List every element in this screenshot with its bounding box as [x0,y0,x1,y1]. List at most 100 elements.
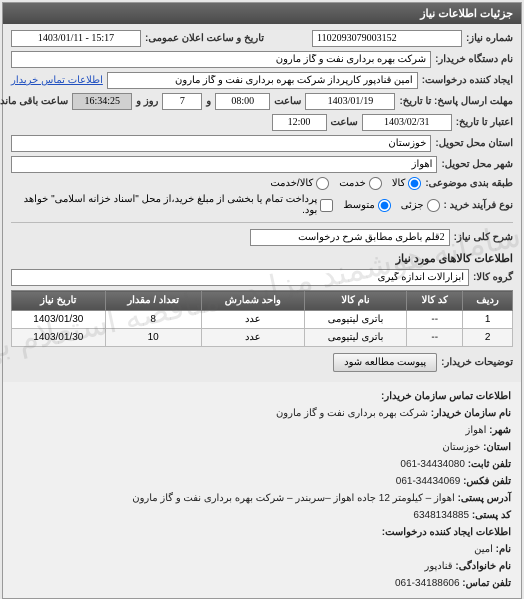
city-f-label: شهر: [489,425,511,436]
items-table: ردیف کد کالا نام کالا واحد شمارش تعداد /… [11,290,513,347]
radio-service[interactable]: خدمت [339,177,382,190]
province-f-label: استان: [483,442,511,453]
days-label: روز و [136,96,158,107]
cell-row: 2 [463,329,513,347]
checkbox-note-label: پرداخت تمام یا بخشی از مبلغ خرید،از محل … [11,194,317,216]
radio-low-label: جزئی [401,200,424,211]
buy-process-label: نوع فرآیند خرید : [444,200,513,211]
fname-label: نام: [496,544,511,555]
th-name: نام کالا [304,291,406,311]
panel-title: جزئیات اطلاعات نیاز [3,3,521,24]
announce-dt-label: تاریخ و ساعت اعلان عمومی: [145,33,264,44]
buyer-notes-label: توضیحات خریدار: [441,357,513,368]
radio-goods-service-input[interactable] [316,177,329,190]
cell-code: -- [407,329,463,347]
org-name-value: شرکت بهره برداری نفت و گاز مارون [276,408,428,419]
address-f-value: اهواز – کیلومتر 12 جاده اهواز –سربندر – … [132,493,455,504]
th-date: تاریخ نیاز [12,291,106,311]
announce-dt-input[interactable] [11,30,141,47]
fax-f-value: 061-34434069 [396,473,461,490]
subject-type-label: طبقه بندی موضوعی: [425,178,513,189]
checkbox-note-input[interactable] [320,199,333,212]
th-code: کد کالا [407,291,463,311]
need-no-label: شماره نیاز: [466,33,513,44]
table-row: 2 -- باتری لیتیومی عدد 10 1403/01/30 [12,329,513,347]
radio-mid-label: متوسط [343,200,374,211]
need-desc-label: شرح کلی نیاز: [454,232,513,243]
radio-service-label: خدمت [339,178,366,189]
province-f-value: خوزستان [442,442,480,453]
footer-section: اطلاعات تماس سازمان خریدار: نام سازمان خ… [3,382,521,598]
city-label: شهر محل تحویل: [441,159,513,170]
city-f-value: اهواز [466,425,487,436]
validity-label: اعتبار تا تاریخ: [456,117,513,128]
fname-value: امین [474,544,493,555]
contact-phone-label: تلفن تماس: [462,578,511,589]
requester-label: ایجاد کننده درخواست: [422,75,513,86]
radio-mid[interactable]: متوسط [343,199,390,212]
cell-row: 1 [463,311,513,329]
validity-hour-input[interactable] [272,114,327,131]
buyer-org-input[interactable] [11,51,431,68]
form-area: شماره نیاز: تاریخ و ساعت اعلان عمومی: نا… [3,24,521,382]
reply-remain-input [72,93,132,110]
cell-qty: 10 [105,329,201,347]
th-qty: تعداد / مقدار [105,291,201,311]
cell-name: باتری لیتیومی [304,329,406,347]
need-no-input[interactable] [312,30,462,47]
footer-title: اطلاعات تماس سازمان خریدار: [381,391,511,402]
phone-f-label: تلفن ثابت: [468,459,511,470]
reply-days-input[interactable] [162,93,202,110]
contact-phone-value: 061-34188606 [395,575,460,592]
radio-goods-input[interactable] [408,177,421,190]
radio-service-input[interactable] [369,177,382,190]
lname-label: نام خانوادگی: [455,561,511,572]
radio-goods-service-label: کالا/خدمت [270,178,313,189]
cell-unit: عدد [201,311,304,329]
radio-low-input[interactable] [427,199,440,212]
fax-f-label: تلفن فکس: [463,476,511,487]
hour-label-2: ساعت [331,117,358,128]
cell-code: -- [407,311,463,329]
province-input[interactable] [11,135,431,152]
need-desc-input[interactable] [250,229,450,246]
buyer-org-label: نام دستگاه خریدار: [435,54,513,65]
requester-input[interactable] [107,72,418,89]
org-name-label: نام سازمان خریدار: [431,408,511,419]
th-row: ردیف [463,291,513,311]
postal-f-value: 6348134885 [413,507,469,524]
subject-type-group: کالا خدمت کالا/خدمت [270,177,421,190]
reply-hour-input[interactable] [215,93,270,110]
cell-date: 1403/01/30 [12,311,106,329]
checkbox-note[interactable]: پرداخت تمام یا بخشی از مبلغ خرید،از محل … [11,194,333,216]
and-label: و [206,96,211,107]
cell-name: باتری لیتیومی [304,311,406,329]
radio-goods-service[interactable]: کالا/خدمت [270,177,329,190]
cell-qty: 8 [105,311,201,329]
items-section-title: اطلاعات کالاهای مورد نیاز [11,252,513,265]
reply-date-input[interactable] [305,93,395,110]
remaining-label: ساعت باقی مانده [0,96,68,107]
lname-value: قنادپور [425,561,453,572]
reply-deadline-label: مهلت ارسال پاسخ: تا تاریخ: [399,96,513,107]
radio-goods[interactable]: کالا [392,177,422,190]
main-panel: جزئیات اطلاعات نیاز شماره نیاز: تاریخ و … [2,2,522,599]
th-unit: واحد شمارش [201,291,304,311]
radio-low[interactable]: جزئی [401,199,440,212]
group-input[interactable] [11,269,469,286]
hour-label-1: ساعت [274,96,301,107]
address-f-label: آدرس پستی: [458,493,511,504]
cell-date: 1403/01/30 [12,329,106,347]
postal-f-label: کد پستی: [472,510,511,521]
validity-date-input[interactable] [362,114,452,131]
radio-goods-label: کالا [392,178,406,189]
group-label: گروه کالا: [473,272,513,283]
buy-process-group: جزئی متوسط پرداخت تمام یا بخشی از مبلغ خ… [11,194,440,216]
table-row: 1 -- باتری لیتیومی عدد 8 1403/01/30 [12,311,513,329]
cell-unit: عدد [201,329,304,347]
attachment-button[interactable]: پیوست مطالعه شود [333,353,437,372]
radio-mid-input[interactable] [378,199,391,212]
city-input[interactable] [11,156,437,173]
province-label: استان محل تحویل: [435,138,513,149]
contact-link[interactable]: اطلاعات تماس خریدار [11,75,103,86]
